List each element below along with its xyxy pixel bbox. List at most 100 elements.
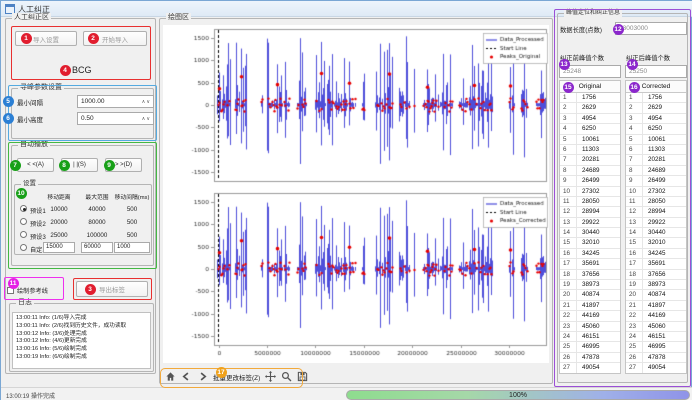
table-row[interactable]: 720281 xyxy=(560,155,620,165)
table-row[interactable]: 2546995 xyxy=(560,342,620,352)
table-row[interactable]: 34954 xyxy=(626,114,686,124)
preset-radio[interactable] xyxy=(20,205,27,212)
table-row[interactable]: 1128050 xyxy=(560,197,620,207)
table-row[interactable]: 1228994 xyxy=(560,207,620,217)
table-row[interactable]: 2040874 xyxy=(560,290,620,300)
table-row[interactable]: 22629 xyxy=(626,103,686,113)
autoplay-back-button[interactable]: < <(A) xyxy=(17,158,54,172)
spinner-arrows-icon[interactable]: ∧∨ xyxy=(142,114,151,125)
table-row[interactable]: 1430440 xyxy=(560,228,620,238)
peak-value: 1756 xyxy=(643,93,686,102)
table-row[interactable]: 1027302 xyxy=(560,187,620,197)
table-row[interactable]: 1329922 xyxy=(626,218,686,228)
table-row[interactable]: 1938973 xyxy=(560,280,620,290)
min-interval-spinbox[interactable]: 1000.00 ∧∨ xyxy=(77,95,154,108)
table-row[interactable]: 2244169 xyxy=(626,311,686,321)
row-index: 25 xyxy=(560,342,577,351)
spinner-arrows-icon[interactable]: ∧∨ xyxy=(142,97,151,108)
forward-icon[interactable] xyxy=(197,371,208,382)
table-row[interactable]: 2546995 xyxy=(626,342,686,352)
preset-radio[interactable] xyxy=(20,218,27,225)
row-index: 23 xyxy=(626,322,643,331)
annotation-badge-6: 6 xyxy=(3,113,14,124)
corrected-peaks-table[interactable]: Corrected 117562262934954462505100616113… xyxy=(625,80,687,374)
table-row[interactable]: 46250 xyxy=(560,124,620,134)
custom-value-input[interactable]: 60000 xyxy=(81,242,113,253)
preset-radio[interactable] xyxy=(20,231,27,238)
row-index: 25 xyxy=(626,342,643,351)
annotation-badge-14: 14 xyxy=(627,59,638,70)
peak-value: 49054 xyxy=(577,363,620,372)
table-row[interactable]: 1735691 xyxy=(560,259,620,269)
table-row[interactable]: 22629 xyxy=(560,103,620,113)
save-icon[interactable] xyxy=(297,371,308,382)
table-row[interactable]: 2345060 xyxy=(560,322,620,332)
table-row[interactable]: 2141897 xyxy=(560,301,620,311)
table-row[interactable]: 2749054 xyxy=(560,363,620,373)
table-row[interactable]: 1228994 xyxy=(626,207,686,217)
table-row[interactable]: 2647878 xyxy=(626,353,686,363)
min-height-spinbox[interactable]: 0.50 ∧∨ xyxy=(77,112,154,125)
peak-value: 6250 xyxy=(577,124,620,133)
table-row[interactable]: 1430440 xyxy=(626,228,686,238)
table-row[interactable]: 1735691 xyxy=(626,259,686,269)
table-row[interactable]: 926499 xyxy=(560,176,620,186)
original-peaks-table[interactable]: Original 1175622629349544625051006161130… xyxy=(559,80,621,374)
table-row[interactable]: 1634245 xyxy=(626,249,686,259)
table-row[interactable]: 2647878 xyxy=(560,353,620,363)
table-row[interactable]: 611303 xyxy=(560,145,620,155)
table-row[interactable]: 2446151 xyxy=(626,332,686,342)
table-row[interactable]: 1938973 xyxy=(626,280,686,290)
table-row[interactable]: 824689 xyxy=(626,166,686,176)
table-row[interactable]: 1027302 xyxy=(626,187,686,197)
table-row[interactable]: 2749054 xyxy=(626,363,686,373)
zoom-icon[interactable] xyxy=(281,371,292,382)
table-row[interactable]: 2345060 xyxy=(626,322,686,332)
log-entry: 13:00:11 Info: (2/6)找到历史文件，成功读取 xyxy=(16,323,147,331)
table-row[interactable]: 11756 xyxy=(560,93,620,103)
table-row[interactable]: 1532010 xyxy=(560,238,620,248)
preset-radio[interactable] xyxy=(20,244,27,251)
signal-type-label: BCG xyxy=(72,65,92,75)
row-index: 11 xyxy=(560,197,577,206)
peak-value: 46995 xyxy=(577,342,620,351)
pan-icon[interactable] xyxy=(265,371,276,382)
table-row[interactable]: 510061 xyxy=(560,135,620,145)
row-index: 10 xyxy=(560,187,577,196)
peak-value: 30440 xyxy=(643,228,686,237)
table-row[interactable]: 11756 xyxy=(626,93,686,103)
home-icon[interactable] xyxy=(165,371,176,382)
log-output[interactable]: 13:00:11 Info: (1/6)导入完成13:00:11 Info: (… xyxy=(12,312,151,369)
table-row[interactable]: 1634245 xyxy=(560,249,620,259)
custom-value-input[interactable]: 1000 xyxy=(114,242,150,253)
table-row[interactable]: 1128050 xyxy=(626,197,686,207)
table-row[interactable]: 720281 xyxy=(626,155,686,165)
peak-value: 45060 xyxy=(577,322,620,331)
table-row[interactable]: 611303 xyxy=(626,145,686,155)
table-row[interactable]: 1532010 xyxy=(626,238,686,248)
table-row[interactable]: 2141897 xyxy=(626,301,686,311)
table-row[interactable]: 46250 xyxy=(626,124,686,134)
peak-value: 4954 xyxy=(643,114,686,123)
peak-value: 46151 xyxy=(577,332,620,341)
table-row[interactable]: 1837656 xyxy=(626,270,686,280)
signal-charts[interactable] xyxy=(163,25,549,363)
table-row[interactable]: 2040874 xyxy=(626,290,686,300)
peak-value: 45060 xyxy=(643,322,686,331)
peak-value: 28050 xyxy=(643,197,686,206)
row-index: 12 xyxy=(626,207,643,216)
table-row[interactable]: 926499 xyxy=(626,176,686,186)
preset-row: 预设325000100000500 xyxy=(15,229,153,241)
back-icon[interactable] xyxy=(181,371,192,382)
table-row[interactable]: 1837656 xyxy=(560,270,620,280)
table-row[interactable]: 510061 xyxy=(626,135,686,145)
row-index: 27 xyxy=(560,363,577,372)
table-row[interactable]: 824689 xyxy=(560,166,620,176)
settings-col-header: 移动间隔(ms) xyxy=(110,192,154,201)
preset-value: 25000 xyxy=(39,232,79,239)
table-row[interactable]: 2446151 xyxy=(560,332,620,342)
table-row[interactable]: 34954 xyxy=(560,114,620,124)
table-row[interactable]: 1329922 xyxy=(560,218,620,228)
custom-value-input[interactable]: 15000 xyxy=(43,242,75,253)
table-row[interactable]: 2244169 xyxy=(560,311,620,321)
